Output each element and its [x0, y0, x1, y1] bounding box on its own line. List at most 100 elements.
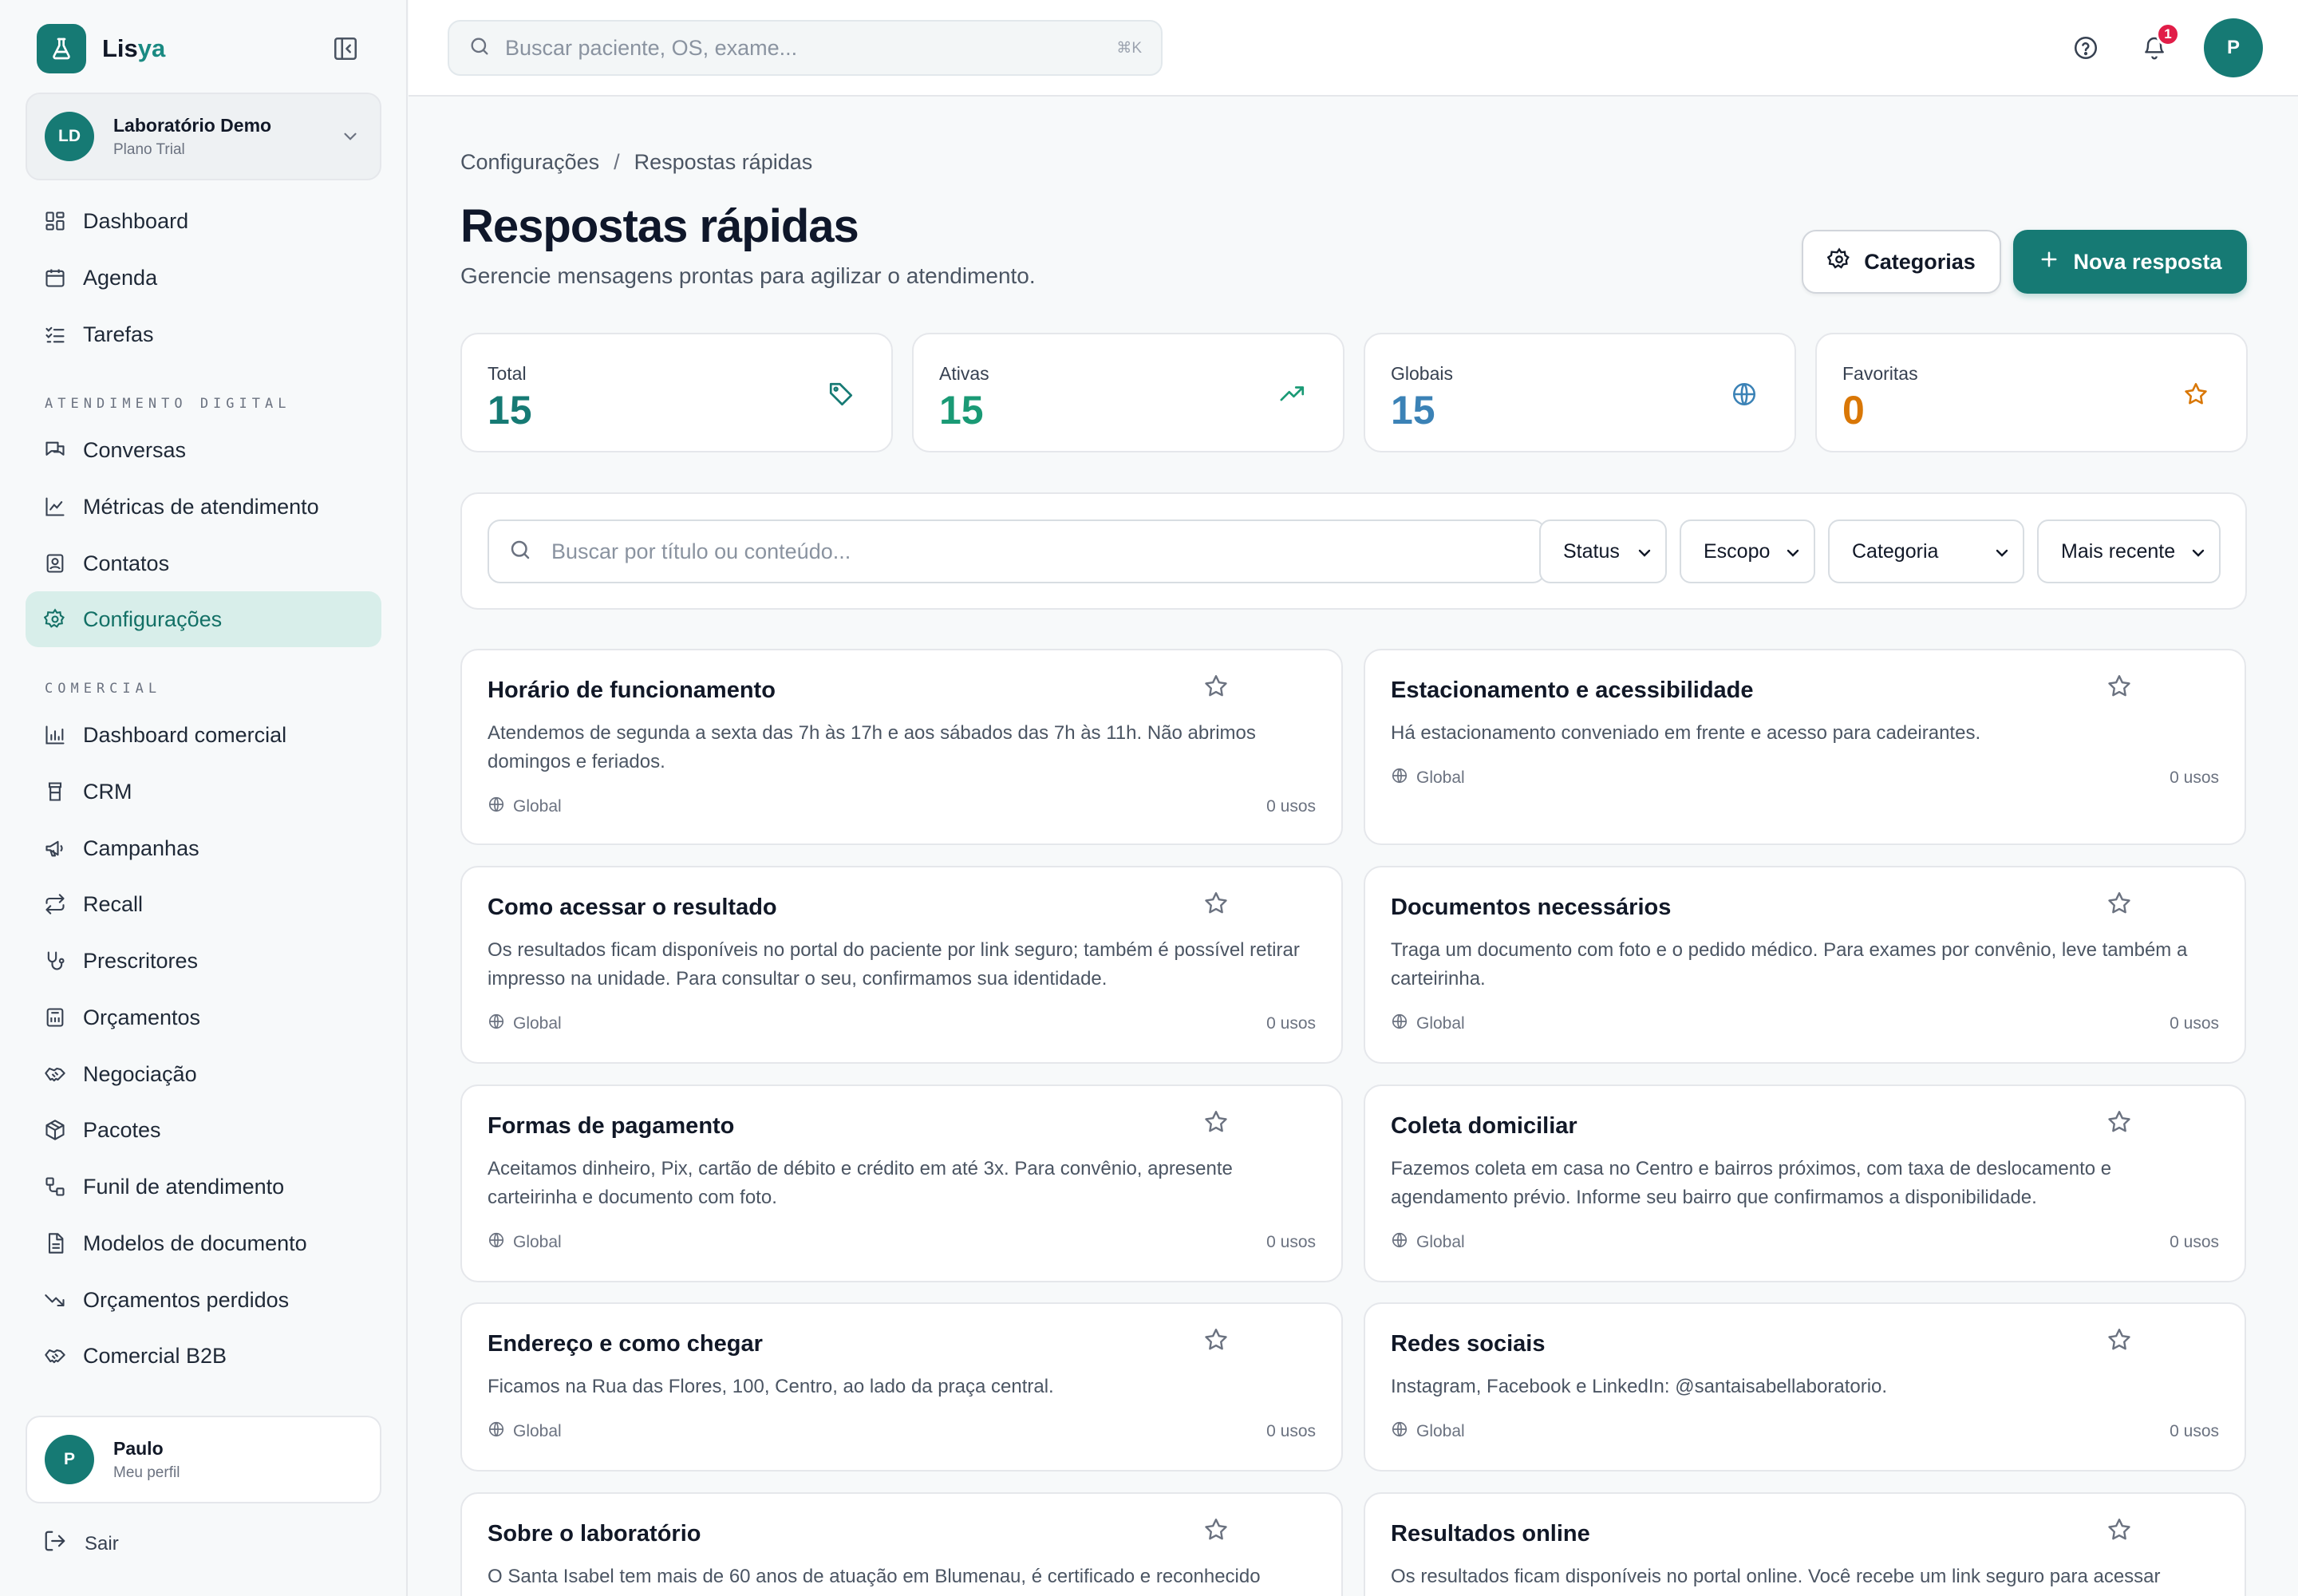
bar-chart-icon	[43, 723, 67, 747]
sidebar-item-negociacao[interactable]: Negociação	[26, 1046, 381, 1102]
response-card[interactable]: Horário de funcionamento Atendemos de se…	[460, 649, 1343, 845]
favorite-star-icon[interactable]	[1202, 890, 1231, 918]
megaphone-icon	[43, 836, 67, 860]
chevron-down-icon	[2189, 543, 2208, 568]
contacts-icon	[43, 551, 67, 575]
brand[interactable]: Lisya	[37, 24, 165, 73]
crm-icon	[43, 780, 67, 804]
sidebar-item-crm[interactable]: CRM	[26, 764, 381, 820]
favorite-star-icon[interactable]	[1202, 1108, 1231, 1137]
help-icon[interactable]	[2070, 32, 2102, 64]
response-card[interactable]: Resultados online Os resultados ficam di…	[1364, 1492, 2246, 1596]
sidebar-item-agenda[interactable]: Agenda	[26, 250, 381, 306]
favorite-star-icon[interactable]	[2106, 1326, 2134, 1355]
sidebar-item-prescritores[interactable]: Prescritores	[26, 933, 381, 989]
scope-select[interactable]: Escopo	[1680, 519, 1815, 583]
notifications-bell-icon[interactable]: 1	[2138, 22, 2180, 64]
globe-icon	[1391, 767, 1408, 789]
chevron-down-icon	[340, 126, 361, 151]
favorite-star-icon[interactable]	[1202, 1516, 1231, 1545]
nav-section-digital: ATENDIMENTO DIGITAL	[45, 396, 291, 412]
logout-button[interactable]: Sair	[43, 1529, 119, 1558]
favorite-star-icon[interactable]	[1202, 673, 1231, 701]
sidebar-item-contatos[interactable]: Contatos	[26, 535, 381, 591]
response-card[interactable]: Endereço e como chegar Ficamos na Rua da…	[460, 1302, 1343, 1472]
sidebar-item-conversas[interactable]: Conversas	[26, 422, 381, 478]
trending-down-icon	[43, 1288, 67, 1312]
profile-subtitle: Meu perfil	[113, 1464, 180, 1481]
scope-label: Global	[1391, 1420, 1465, 1443]
favorite-star-icon[interactable]	[2106, 1108, 2134, 1137]
global-search-input[interactable]: Buscar paciente, OS, exame... ⌘K	[448, 20, 1163, 76]
sidebar-item-metricas[interactable]: Métricas de atendimento	[26, 479, 381, 535]
plus-icon	[2038, 248, 2060, 276]
topbar: Buscar paciente, OS, exame... ⌘K 1 P	[409, 0, 2298, 97]
sidebar-item-campanhas[interactable]: Campanhas	[26, 820, 381, 876]
sidebar-item-tarefas[interactable]: Tarefas	[26, 306, 381, 362]
workflow-icon	[43, 1175, 67, 1199]
favorite-star-icon[interactable]	[2106, 1516, 2134, 1545]
scope-label: Global	[1391, 767, 1465, 789]
response-card[interactable]: Como acessar o resultado Os resultados f…	[460, 866, 1343, 1064]
collapse-sidebar-icon[interactable]	[332, 35, 361, 64]
stat-card-globais: Globais 15	[1364, 333, 1796, 452]
new-response-button[interactable]: Nova resposta	[2013, 230, 2247, 294]
user-avatar[interactable]: P	[2204, 18, 2263, 77]
calculator-icon	[43, 1005, 67, 1029]
response-card[interactable]: Sobre o laboratório O Santa Isabel tem m…	[460, 1492, 1343, 1596]
category-select[interactable]: Categoria	[1828, 519, 2024, 583]
categories-button[interactable]: Categorias	[1802, 230, 2001, 294]
usage-count: 0 usos	[1266, 797, 1316, 816]
scope-label: Global	[488, 1013, 562, 1035]
profile-name: Paulo	[113, 1437, 164, 1459]
document-icon	[43, 1231, 67, 1255]
organization-switcher[interactable]: LD Laboratório Demo Plano Trial	[26, 93, 381, 180]
response-card[interactable]: Redes sociais Instagram, Facebook e Link…	[1364, 1302, 2246, 1472]
usage-count: 0 usos	[2170, 768, 2219, 787]
globe-icon	[1391, 1420, 1408, 1443]
line-chart-icon	[43, 495, 67, 519]
sidebar-item-dashboard[interactable]: Dashboard	[26, 193, 381, 249]
breadcrumb-current: Respostas rápidas	[634, 150, 813, 174]
handshake-icon	[43, 1344, 67, 1368]
gear-icon	[43, 607, 67, 631]
stethoscope-icon	[43, 949, 67, 973]
breadcrumb-parent[interactable]: Configurações	[460, 150, 599, 174]
response-card[interactable]: Formas de pagamento Aceitamos dinheiro, …	[460, 1084, 1343, 1282]
scope-label: Global	[1391, 1231, 1465, 1254]
sidebar-item-orcamentos[interactable]: Orçamentos	[26, 990, 381, 1045]
flask-logo-icon	[37, 24, 86, 73]
brand-name: Lisya	[102, 34, 166, 62]
scope-label: Global	[488, 796, 562, 818]
org-plan: Plano Trial	[113, 140, 185, 158]
favorite-star-icon[interactable]	[2106, 890, 2134, 918]
status-select[interactable]: Status	[1539, 519, 1667, 583]
response-card[interactable]: Coleta domiciliar Fazemos coleta em casa…	[1364, 1084, 2246, 1282]
favorite-star-icon[interactable]	[1202, 1326, 1231, 1355]
usage-count: 0 usos	[1266, 1014, 1316, 1033]
response-card[interactable]: Estacionamento e acessibilidade Há estac…	[1364, 649, 2246, 845]
sidebar-item-recall[interactable]: Recall	[26, 876, 381, 932]
response-card[interactable]: Documentos necessários Traga um document…	[1364, 866, 2246, 1064]
sidebar-item-dashboard-comercial[interactable]: Dashboard comercial	[26, 707, 381, 763]
org-avatar: LD	[45, 112, 94, 161]
sort-select[interactable]: Mais recente	[2037, 519, 2221, 583]
logout-icon	[43, 1529, 67, 1558]
profile-card[interactable]: P Paulo Meu perfil	[26, 1416, 381, 1503]
sidebar-item-modelos[interactable]: Modelos de documento	[26, 1215, 381, 1271]
usage-count: 0 usos	[2170, 1422, 2219, 1440]
globe-icon	[1391, 1013, 1408, 1035]
sidebar-item-pacotes[interactable]: Pacotes	[26, 1102, 381, 1158]
trending-up-icon	[1279, 381, 1308, 409]
sidebar-item-funil[interactable]: Funil de atendimento	[26, 1159, 381, 1215]
page-title: Respostas rápidas	[460, 200, 859, 252]
chevron-down-icon	[1992, 543, 2012, 568]
sidebar-item-orcamentos-perdidos[interactable]: Orçamentos perdidos	[26, 1272, 381, 1328]
shortcut-hint: ⌘K	[1116, 39, 1142, 57]
sidebar-item-comercial-b2b[interactable]: Comercial B2B	[26, 1328, 381, 1384]
usage-count: 0 usos	[2170, 1014, 2219, 1033]
sidebar-item-configuracoes[interactable]: Configurações	[26, 591, 381, 647]
favorite-star-icon[interactable]	[2106, 673, 2134, 701]
response-search-input[interactable]: Buscar por título ou conteúdo...	[488, 519, 1546, 583]
scope-label: Global	[1391, 1013, 1465, 1035]
